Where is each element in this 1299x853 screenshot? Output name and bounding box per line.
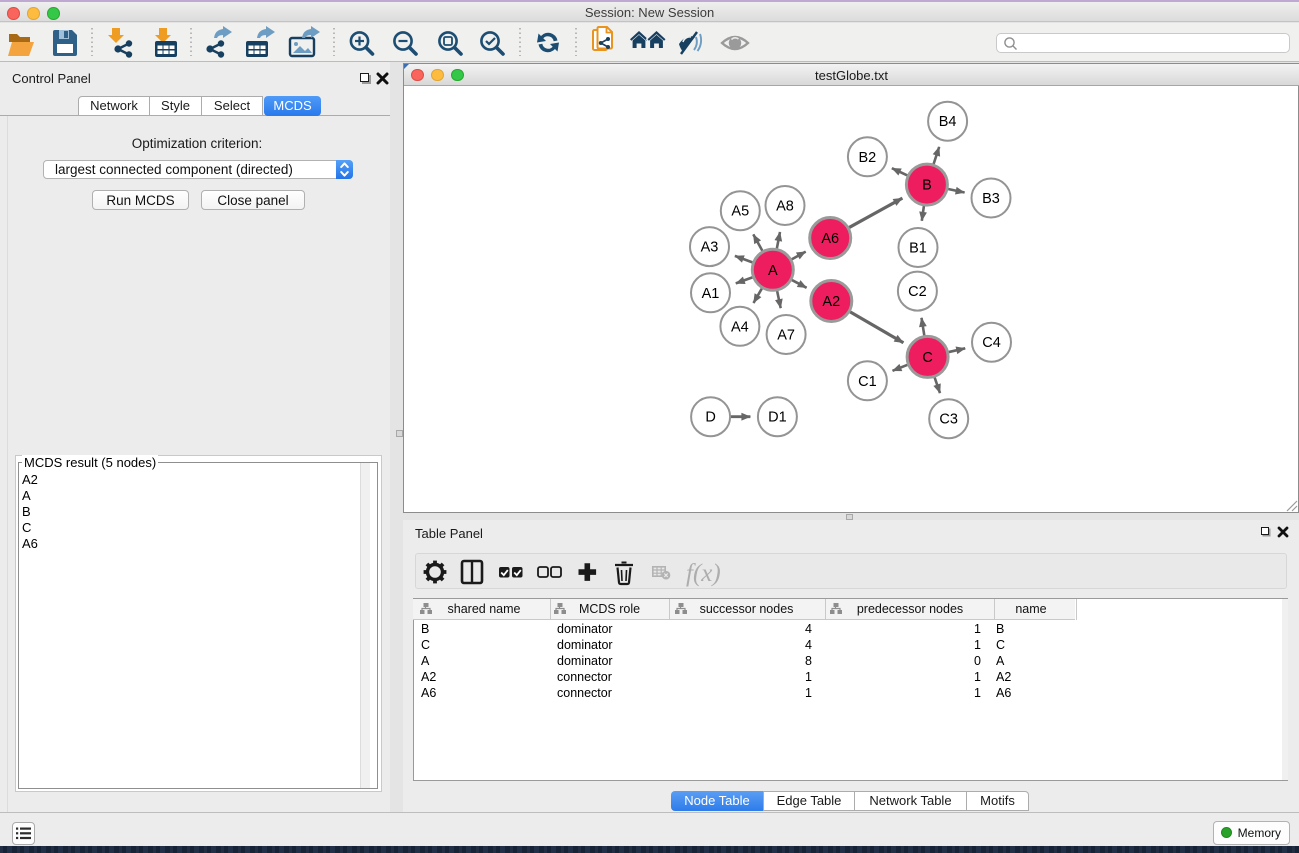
svg-text:A6: A6: [821, 231, 839, 247]
svg-text:D1: D1: [768, 410, 787, 426]
svg-text:A3: A3: [701, 240, 719, 256]
svg-text:A7: A7: [777, 328, 795, 344]
svg-text:B4: B4: [939, 114, 957, 130]
svg-text:B2: B2: [859, 150, 877, 166]
svg-text:A2: A2: [822, 294, 840, 310]
svg-text:B1: B1: [909, 241, 927, 257]
svg-text:C3: C3: [939, 412, 958, 428]
svg-text:C2: C2: [908, 284, 927, 300]
svg-text:C: C: [922, 350, 932, 366]
svg-text:A: A: [768, 263, 778, 279]
svg-text:A8: A8: [776, 199, 794, 215]
svg-text:B3: B3: [982, 191, 1000, 207]
svg-text:C1: C1: [858, 374, 877, 390]
svg-text:A1: A1: [702, 286, 720, 302]
svg-text:A5: A5: [731, 204, 749, 220]
svg-text:A4: A4: [731, 319, 749, 335]
svg-text:D: D: [705, 410, 715, 426]
svg-text:B: B: [922, 178, 932, 194]
svg-text:f(x): f(x): [686, 560, 721, 587]
svg-text:C4: C4: [982, 335, 1001, 351]
